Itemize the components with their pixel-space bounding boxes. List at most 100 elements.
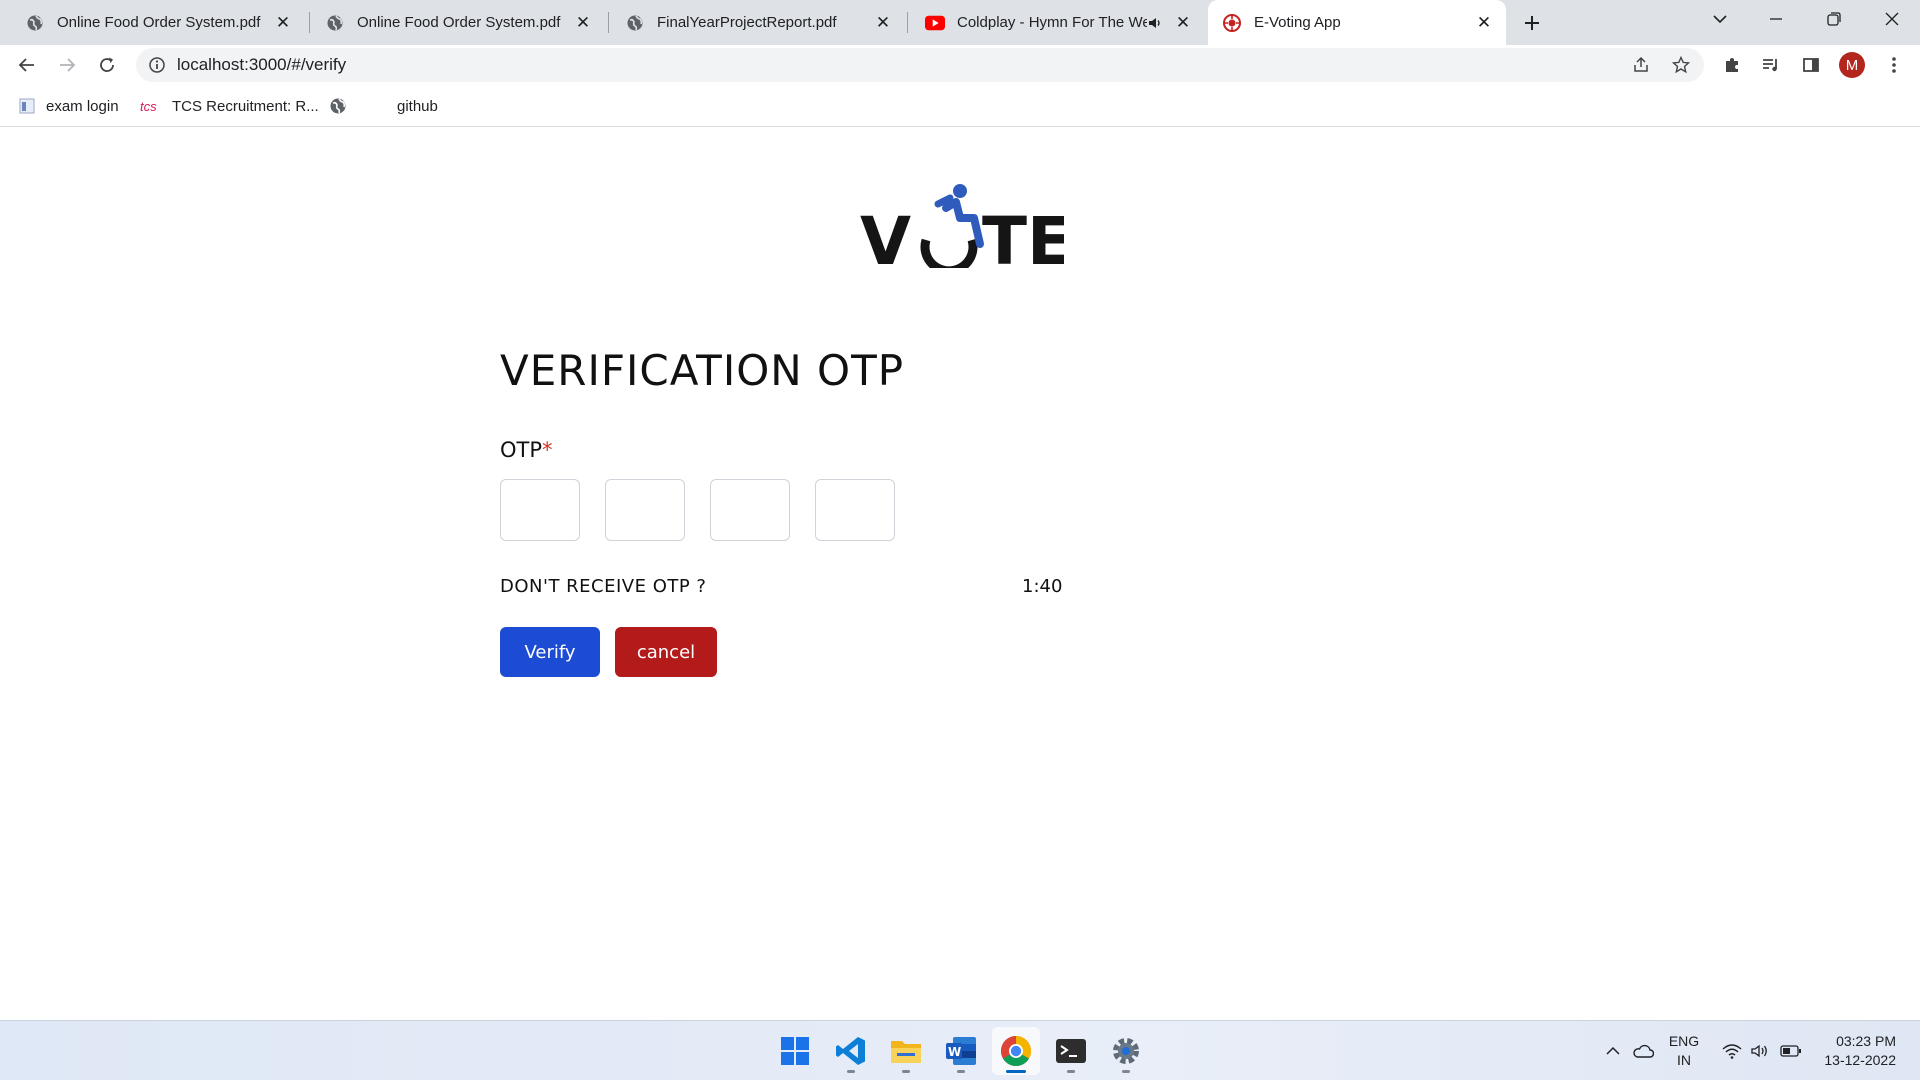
close-icon (1885, 12, 1899, 26)
new-tab-button[interactable] (1517, 8, 1547, 38)
forward-button[interactable] (51, 49, 83, 81)
browser-toolbar: localhost:3000/#/verify M (0, 45, 1920, 85)
onedrive-button[interactable] (1628, 1021, 1658, 1081)
media-controls-button[interactable] (1755, 49, 1787, 81)
language-region: IN (1677, 1052, 1691, 1068)
running-indicator (957, 1070, 965, 1073)
verify-button[interactable]: Verify (500, 627, 600, 677)
otp-digit-1[interactable] (500, 479, 580, 541)
tab-title: Online Food Order System.pdf (57, 14, 261, 31)
otp-label-text: OTP (500, 438, 543, 462)
otp-timer: 1:40 (1022, 576, 1063, 597)
taskbar-terminal[interactable] (1047, 1027, 1095, 1075)
svg-text:W: W (948, 1045, 961, 1059)
bookmark-github[interactable]: github (397, 85, 438, 127)
taskbar-settings[interactable] (1102, 1027, 1150, 1075)
close-tab-icon[interactable]: ✕ (273, 13, 293, 33)
chrome-icon (1000, 1036, 1032, 1067)
close-window-button[interactable] (1864, 0, 1920, 38)
vscode-icon (836, 1037, 865, 1065)
bookmark-exam-login[interactable]: exam login (18, 85, 119, 127)
minimize-icon (1770, 18, 1782, 20)
running-indicator (1067, 1070, 1075, 1073)
taskbar-file-explorer[interactable] (882, 1027, 930, 1075)
clock-button[interactable]: 03:23 PM 13-12-2022 (1812, 1021, 1912, 1081)
share-icon[interactable] (1632, 56, 1650, 74)
globe-icon (25, 13, 45, 33)
restore-button[interactable] (1806, 0, 1862, 38)
volume-button[interactable] (1746, 1021, 1774, 1081)
taskbar-vscode[interactable] (827, 1027, 875, 1075)
reload-button[interactable] (91, 49, 123, 81)
bookmark-label: github (397, 97, 438, 115)
logo-text-left: V (860, 203, 911, 268)
globe-icon (325, 13, 345, 33)
tab-title: Coldplay - Hymn For The We (957, 14, 1147, 31)
minimize-button[interactable] (1748, 0, 1804, 38)
cancel-button[interactable]: cancel (615, 627, 717, 677)
extensions-button[interactable] (1716, 49, 1748, 81)
more-vertical-icon (1892, 57, 1896, 73)
vote-logo: V TE (858, 178, 1072, 280)
windows-start-icon (781, 1037, 809, 1065)
tab-e-voting-app[interactable]: E-Voting App ✕ (1208, 0, 1506, 45)
page-content: V TE VERIFICATION OTP OTP* DON'T RECEIVE… (0, 128, 1920, 1020)
globe-icon (625, 13, 645, 33)
tab-coldplay[interactable]: Coldplay - Hymn For The We ✕ (900, 0, 1205, 45)
back-button[interactable] (11, 49, 43, 81)
otp-label: OTP* (500, 438, 553, 462)
wheelchair-icon (920, 184, 984, 276)
bookmark-label: exam login (46, 97, 119, 115)
close-tab-icon[interactable]: ✕ (1173, 13, 1193, 33)
bookmark-label: TCS Recruitment: R... (172, 97, 319, 115)
battery-icon (1780, 1045, 1801, 1057)
show-hidden-icons-button[interactable] (1600, 1021, 1626, 1081)
address-bar[interactable]: localhost:3000/#/verify (136, 48, 1704, 82)
close-tab-icon[interactable]: ✕ (573, 13, 593, 33)
wifi-button[interactable] (1718, 1021, 1746, 1081)
tcs-icon: tcs (140, 97, 162, 115)
tab-final-year-report[interactable]: FinalYearProjectReport.pdf ✕ (600, 0, 905, 45)
site-info-icon[interactable] (148, 56, 166, 74)
resend-otp-link[interactable]: DON'T RECEIVE OTP ? (500, 576, 707, 597)
volume-icon (1751, 1044, 1767, 1058)
taskbar-chrome[interactable] (992, 1027, 1040, 1075)
side-panel-button[interactable] (1795, 49, 1827, 81)
running-indicator (847, 1070, 855, 1073)
browser-menu-button[interactable] (1878, 49, 1910, 81)
tab-online-food-order-1[interactable]: Online Food Order System.pdf ✕ (0, 0, 305, 45)
chevron-up-icon (1606, 1046, 1620, 1055)
close-tab-icon[interactable]: ✕ (873, 13, 893, 33)
file-explorer-icon (891, 1041, 921, 1063)
tab-search-button[interactable] (1692, 0, 1748, 38)
avatar: M (1839, 52, 1865, 78)
terminal-icon (1056, 1039, 1086, 1063)
bookmark-star-icon[interactable] (1671, 55, 1691, 74)
wifi-icon (1722, 1044, 1742, 1059)
puzzle-icon (1726, 58, 1738, 72)
otp-digit-4[interactable] (815, 479, 895, 541)
windows-taskbar: W ENG IN 03:23 PM 13-12-2022 (0, 1020, 1920, 1080)
globe-icon (329, 97, 347, 115)
running-indicator (1122, 1070, 1130, 1073)
chevron-down-icon (1713, 15, 1727, 24)
battery-button[interactable] (1776, 1021, 1806, 1081)
taskbar-word[interactable]: W (937, 1027, 985, 1075)
cloud-icon (1633, 1044, 1654, 1058)
required-mark: * (542, 438, 553, 462)
bookmark-tcs-recruitment[interactable]: tcs TCS Recruitment: R... (140, 85, 319, 127)
youtube-icon (925, 13, 945, 33)
language-indicator[interactable]: ENG IN (1664, 1021, 1704, 1081)
windows-start-button[interactable] (771, 1027, 819, 1075)
arrow-right-icon (60, 58, 76, 72)
audio-playing-icon[interactable] (1147, 15, 1163, 31)
tab-online-food-order-2[interactable]: Online Food Order System.pdf ✕ (300, 0, 605, 45)
otp-digit-3[interactable] (710, 479, 790, 541)
profile-button[interactable]: M (1836, 49, 1868, 81)
otp-digit-2[interactable] (605, 479, 685, 541)
browser-tab-strip: Online Food Order System.pdf ✕ Online Fo… (0, 0, 1920, 45)
bookmark-globe[interactable] (329, 85, 357, 127)
url-text: localhost:3000/#/verify (177, 55, 347, 74)
close-tab-icon[interactable]: ✕ (1474, 13, 1494, 33)
app-icon (1222, 13, 1242, 33)
